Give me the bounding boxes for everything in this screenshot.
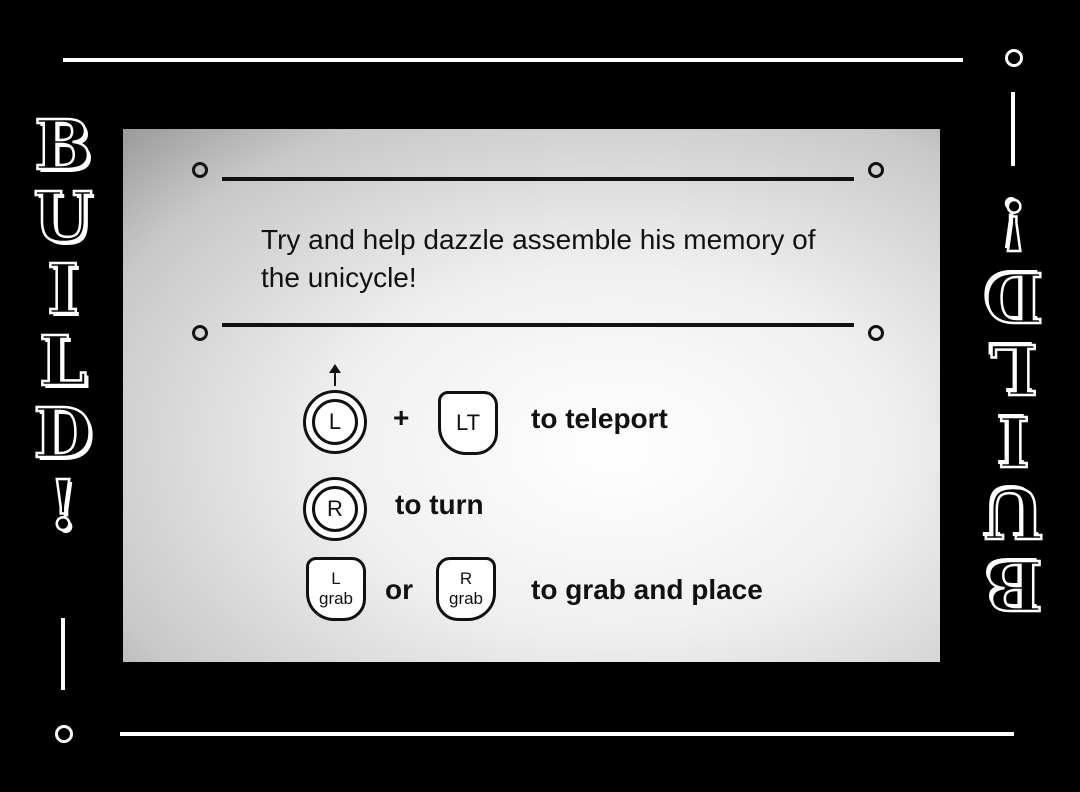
panel-ring-mid-left (192, 325, 208, 341)
right-title-letter: B (984, 543, 1044, 626)
left-divider-line (61, 618, 65, 690)
panel-top-rule (222, 177, 854, 181)
right-stick-icon: R (303, 477, 367, 541)
teleport-action-text: to teleport (531, 403, 668, 434)
right-grab-label-bottom: grab (448, 589, 484, 608)
left-title-letter: B (33, 106, 93, 186)
right-title: B U I L D ! (974, 183, 1054, 626)
top-border-line (63, 58, 963, 62)
left-title-letter: U (32, 178, 94, 258)
left-stick-icon: L (303, 390, 367, 454)
left-title: B U I L D ! (23, 106, 103, 546)
instruction-message: Try and help dazzle assemble his memory … (261, 224, 816, 293)
right-title-letter: D (983, 255, 1044, 338)
turn-action-text: to turn (395, 489, 484, 520)
left-title-letter: ! (47, 466, 79, 546)
right-stick-label: R (312, 486, 358, 532)
grab-action-text: to grab and place (531, 574, 763, 605)
arrow-up-icon (329, 364, 341, 386)
right-grab-label-top: R (459, 569, 473, 588)
panel-ring-top-left (192, 162, 208, 178)
left-trigger-label: LT (455, 410, 481, 435)
plus-sign: + (393, 402, 410, 433)
right-divider-line (1011, 92, 1015, 166)
right-title-letter: L (989, 327, 1039, 410)
right-title-letter: ! (998, 183, 1030, 266)
right-title-letter: U (983, 471, 1045, 554)
top-right-ring (1005, 49, 1023, 67)
left-title-letter: L (38, 322, 88, 402)
left-grab-label-top: L (331, 569, 341, 588)
left-stick-label: L (312, 399, 358, 445)
bottom-left-ring (55, 725, 73, 743)
panel-middle-rule (222, 323, 854, 327)
right-title-letter: I (997, 399, 1031, 482)
panel-ring-top-right (868, 162, 884, 178)
left-title-letter: D (32, 394, 93, 474)
left-title-letter: I (46, 250, 80, 330)
panel-ring-mid-right (868, 325, 884, 341)
left-trigger-icon: LT (438, 391, 498, 455)
left-grab-label-bottom: grab (318, 589, 354, 608)
or-word: or (385, 574, 413, 605)
right-grab-button-icon: R grab (436, 557, 496, 621)
instruction-panel: Try and help dazzle assemble his memory … (123, 129, 940, 662)
left-grab-button-icon: L grab (306, 557, 366, 621)
bottom-border-line (120, 732, 1014, 736)
